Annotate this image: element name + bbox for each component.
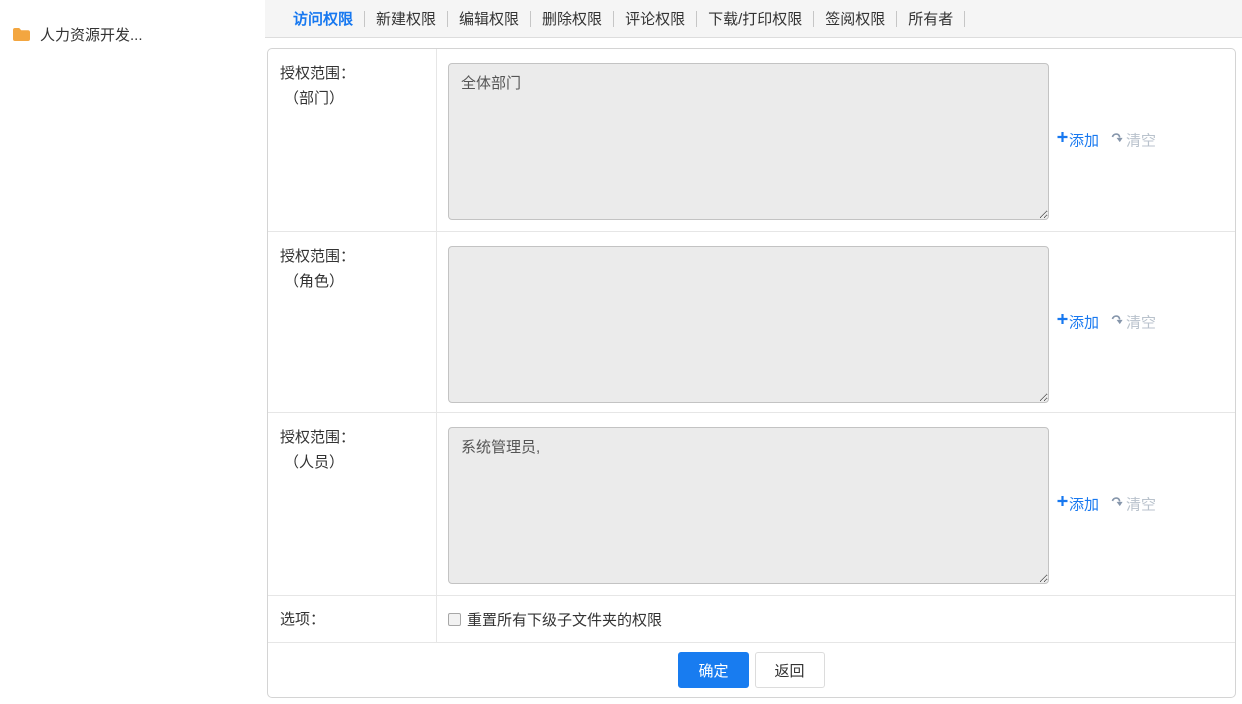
role-row-label: 授权范围： （角色） — [268, 232, 437, 412]
role-scope-textarea[interactable] — [448, 246, 1049, 403]
tab-comment-permission[interactable]: 评论权限 — [614, 8, 696, 29]
scope-label-line1: 授权范围： — [280, 425, 436, 450]
person-row-actions: 添加 清空 — [1057, 494, 1156, 515]
plus-icon — [1057, 496, 1068, 507]
form-row-buttons: 确定 返回 — [268, 643, 1235, 697]
scope-label-line1: 授权范围： — [280, 61, 436, 86]
tab-sign-read-permission[interactable]: 签阅权限 — [814, 8, 896, 29]
role-row-actions: 添加 清空 — [1057, 312, 1156, 333]
department-clear-button[interactable]: 清空 — [1111, 130, 1156, 151]
department-scope-textarea[interactable]: 全体部门 — [448, 63, 1049, 220]
person-clear-button[interactable]: 清空 — [1111, 494, 1156, 515]
options-row-content: 重置所有下级子文件夹的权限 — [437, 596, 1235, 642]
tab-separator — [964, 11, 965, 27]
form-row-person: 授权范围： （人员） 系统管理员, 添加 清空 — [268, 413, 1235, 596]
scope-label-line2: （部门） — [280, 86, 436, 111]
department-row-content: 全体部门 添加 清空 — [437, 49, 1235, 231]
options-row-label: 选项： — [268, 596, 437, 642]
add-label: 添加 — [1069, 130, 1099, 151]
scope-label-line1: 授权范围： — [280, 244, 436, 269]
tab-download-print-permission[interactable]: 下载/打印权限 — [697, 8, 813, 29]
confirm-button[interactable]: 确定 — [678, 652, 748, 688]
department-add-button[interactable]: 添加 — [1057, 130, 1099, 151]
clear-label: 清空 — [1126, 130, 1156, 151]
scope-label-line2: （人员） — [280, 450, 436, 475]
department-row-actions: 添加 清空 — [1057, 130, 1156, 151]
tab-create-permission[interactable]: 新建权限 — [365, 8, 447, 29]
tab-owner[interactable]: 所有者 — [897, 8, 964, 29]
scope-label-line2: （角色） — [280, 269, 436, 294]
person-row-content: 系统管理员, 添加 清空 — [437, 413, 1235, 595]
curved-arrow-down-icon — [1111, 314, 1124, 327]
add-label: 添加 — [1069, 312, 1099, 333]
clear-label: 清空 — [1126, 312, 1156, 333]
tab-edit-permission[interactable]: 编辑权限 — [448, 8, 530, 29]
curved-arrow-down-icon — [1111, 496, 1124, 509]
tab-delete-permission[interactable]: 删除权限 — [531, 8, 613, 29]
back-button[interactable]: 返回 — [755, 652, 825, 688]
role-clear-button[interactable]: 清空 — [1111, 312, 1156, 333]
folder-label: 人力资源开发... — [40, 24, 143, 45]
permissions-form-panel: 授权范围： （部门） 全体部门 添加 清空 授权范围： （角色） 添加 清空 授… — [267, 48, 1236, 698]
options-label: 选项： — [280, 607, 325, 632]
sidebar-folder-item[interactable]: 人力资源开发... — [0, 0, 265, 45]
form-row-role: 授权范围： （角色） 添加 清空 — [268, 232, 1235, 413]
role-add-button[interactable]: 添加 — [1057, 312, 1099, 333]
reset-subfolder-permissions-checkbox[interactable] — [448, 613, 461, 626]
person-add-button[interactable]: 添加 — [1057, 494, 1099, 515]
form-row-department: 授权范围： （部门） 全体部门 添加 清空 — [268, 49, 1235, 232]
clear-label: 清空 — [1126, 494, 1156, 515]
curved-arrow-down-icon — [1111, 132, 1124, 145]
person-scope-textarea[interactable]: 系统管理员, — [448, 427, 1049, 584]
reset-subfolder-permissions-label: 重置所有下级子文件夹的权限 — [467, 609, 662, 630]
plus-icon — [1057, 314, 1068, 325]
sidebar: 人力资源开发... — [0, 0, 265, 704]
tab-access-permission[interactable]: 访问权限 — [293, 8, 364, 29]
person-row-label: 授权范围： （人员） — [268, 413, 437, 595]
plus-icon — [1057, 132, 1068, 143]
add-label: 添加 — [1069, 494, 1099, 515]
folder-icon — [12, 27, 31, 42]
department-row-label: 授权范围： （部门） — [268, 49, 437, 231]
tab-bar: 访问权限 新建权限 编辑权限 删除权限 评论权限 下载/打印权限 签阅权限 所有… — [265, 0, 1242, 38]
form-row-options: 选项： 重置所有下级子文件夹的权限 — [268, 596, 1235, 643]
role-row-content: 添加 清空 — [437, 232, 1235, 412]
